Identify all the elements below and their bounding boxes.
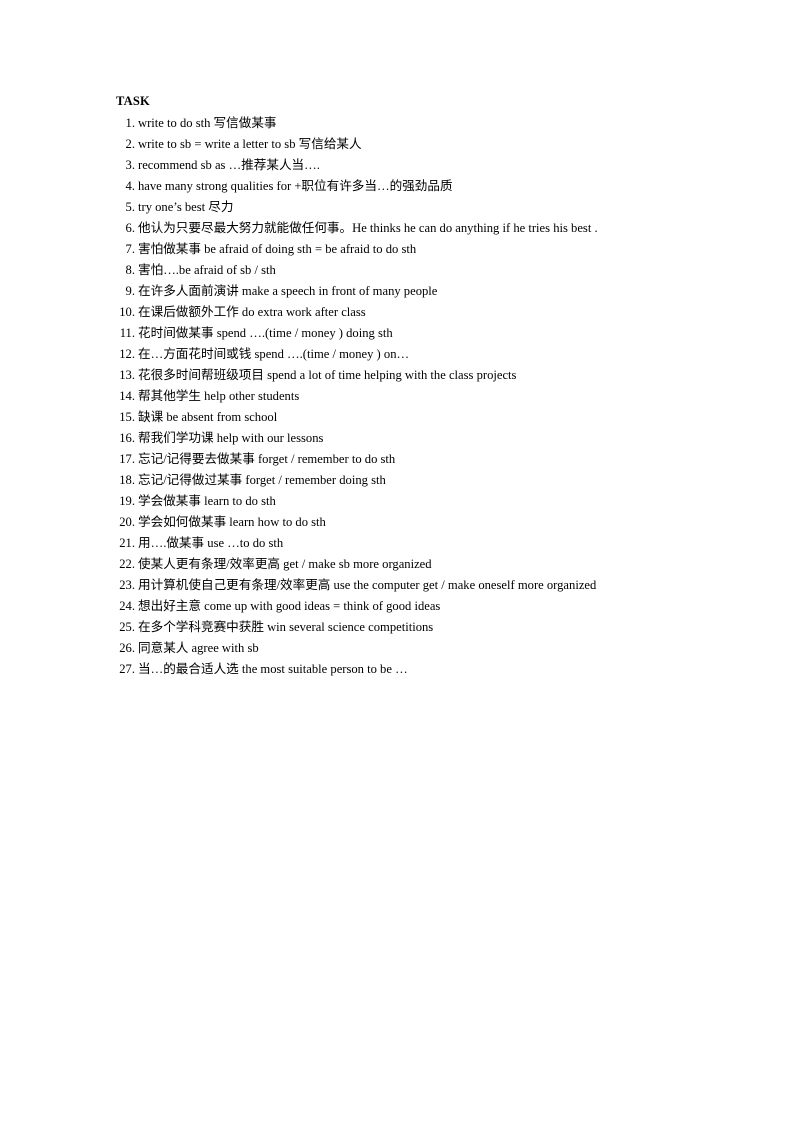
list-item-number: 8. (125, 263, 135, 277)
list-item: 4. have many strong qualities for +职位有许多当… (116, 176, 716, 197)
list-item-number: 1. (125, 116, 135, 130)
list-item-text: recommend sb as …推荐某人当…. (138, 158, 320, 172)
list-item-number: 2. (125, 137, 135, 151)
list-item-text: 用计算机使自己更有条理/效率更高 use the computer get / … (138, 578, 597, 592)
list-item-text: 他认为只要尽最大努力就能做任何事。He thinks he can do any… (138, 221, 598, 235)
list-item: 8. 害怕….be afraid of sb / sth (116, 260, 716, 281)
list-item-number: 27. (119, 662, 135, 676)
list-item-text: try one’s best 尽力 (138, 200, 234, 214)
document-body: TASK 1. write to do sth 写信做某事 2. write to s… (116, 92, 716, 680)
list-item-number: 14. (119, 389, 135, 403)
list-item-number: 9. (125, 284, 135, 298)
list-item-text: have many strong qualities for +职位有许多当…的… (138, 179, 453, 193)
list-item-text: 在多个学科竞赛中获胜 win several science competiti… (138, 620, 434, 634)
list-item: 3. recommend sb as …推荐某人当…. (116, 155, 716, 176)
list-item-text: 帮我们学功课 help with our lessons (138, 431, 324, 445)
list-item: 14. 帮其他学生 help other students (116, 386, 716, 407)
list-item-number: 6. (125, 221, 135, 235)
list-item: 25. 在多个学科竞赛中获胜 win several science compet… (116, 617, 716, 638)
list-item: 5. try one’s best 尽力 (116, 197, 716, 218)
list-item-number: 5. (125, 200, 135, 214)
list-item-number: 3. (125, 158, 135, 172)
list-item: 15. 缺课 be absent from school (116, 407, 716, 428)
list-item-number: 7. (125, 242, 135, 256)
list-item-text: 帮其他学生 help other students (138, 389, 300, 403)
list-item: 6. 他认为只要尽最大努力就能做任何事。He thinks he can do a… (116, 218, 716, 239)
list-item: 13. 花很多时间帮班级项目 spend a lot of time helpin… (116, 365, 716, 386)
task-list: 1. write to do sth 写信做某事 2. write to sb = w… (116, 113, 716, 680)
list-item-text: 花很多时间帮班级项目 spend a lot of time helping w… (138, 368, 517, 382)
list-item-number: 20. (119, 515, 135, 529)
list-item-number: 12. (119, 347, 135, 361)
list-item-number: 18. (119, 473, 135, 487)
list-item-text: 在…方面花时间或钱 spend ….(time / money ) on… (138, 347, 410, 361)
list-item: 17. 忘记/记得要去做某事 forget / remember to do st… (116, 449, 716, 470)
list-item: 22. 使某人更有条理/效率更高 get / make sb more organ… (116, 554, 716, 575)
list-item-number: 15. (119, 410, 135, 424)
list-item-text: 使某人更有条理/效率更高 get / make sb more organize… (138, 557, 432, 571)
list-item-text: 缺课 be absent from school (138, 410, 278, 424)
list-item-text: write to do sth 写信做某事 (138, 116, 277, 130)
list-item-number: 23. (119, 578, 135, 592)
list-item: 10. 在课后做额外工作 do extra work after class (116, 302, 716, 323)
list-item-text: 学会做某事 learn to do sth (138, 494, 276, 508)
list-item: 1. write to do sth 写信做某事 (116, 113, 716, 134)
list-item: 11. 花时间做某事 spend ….(time / money ) doing … (116, 323, 716, 344)
list-item-number: 10. (119, 305, 135, 319)
list-item: 9. 在许多人面前演讲 make a speech in front of man… (116, 281, 716, 302)
list-item-text: 在许多人面前演讲 make a speech in front of many … (138, 284, 438, 298)
list-item: 20. 学会如何做某事 learn how to do sth (116, 512, 716, 533)
list-item-number: 16. (119, 431, 135, 445)
list-item-number: 21. (119, 536, 135, 550)
document-page: TASK 1. write to do sth 写信做某事 2. write to s… (0, 0, 794, 1123)
list-item-number: 26. (119, 641, 135, 655)
list-item-number: 11. (119, 326, 135, 340)
list-item-text: 同意某人 agree with sb (138, 641, 259, 655)
list-item-number: 19. (119, 494, 135, 508)
list-item-text: 学会如何做某事 learn how to do sth (138, 515, 326, 529)
list-item-text: 用….做某事 use …to do sth (138, 536, 284, 550)
list-item-number: 4. (125, 179, 135, 193)
list-item-text: 忘记/记得要去做某事 forget / remember to do sth (138, 452, 396, 466)
list-item: 16. 帮我们学功课 help with our lessons (116, 428, 716, 449)
list-item-number: 22. (119, 557, 135, 571)
list-item-number: 24. (119, 599, 135, 613)
list-item: 27. 当…的最合适人选 the most suitable person to … (116, 659, 716, 680)
list-item: 18. 忘记/记得做过某事 forget / remember doing sth (116, 470, 716, 491)
list-item: 12. 在…方面花时间或钱 spend ….(time / money ) on… (116, 344, 716, 365)
list-item-text: 当…的最合适人选 the most suitable person to be … (138, 662, 408, 676)
list-item: 19. 学会做某事 learn to do sth (116, 491, 716, 512)
list-item-text: write to sb = write a letter to sb 写信给某人 (138, 137, 362, 151)
list-item-text: 害怕….be afraid of sb / sth (138, 263, 276, 277)
list-item: 24. 想出好主意 come up with good ideas = think… (116, 596, 716, 617)
list-item: 21. 用….做某事 use …to do sth (116, 533, 716, 554)
list-item: 2. write to sb = write a letter to sb 写信给… (116, 134, 716, 155)
list-item-text: 害怕做某事 be afraid of doing sth = be afraid… (138, 242, 417, 256)
list-item-text: 花时间做某事 spend ….(time / money ) doing sth (138, 326, 393, 340)
list-item-number: 13. (119, 368, 135, 382)
list-item: 7. 害怕做某事 be afraid of doing sth = be afra… (116, 239, 716, 260)
list-item: 26. 同意某人 agree with sb (116, 638, 716, 659)
list-item-number: 25. (119, 620, 135, 634)
page-title: TASK (116, 94, 150, 108)
list-item-text: 想出好主意 come up with good ideas = think of… (138, 599, 441, 613)
list-item: 23. 用计算机使自己更有条理/效率更高 use the computer get… (116, 575, 716, 596)
list-item-text: 忘记/记得做过某事 forget / remember doing sth (138, 473, 386, 487)
list-item-text: 在课后做额外工作 do extra work after class (138, 305, 366, 319)
list-item-number: 17. (119, 452, 135, 466)
